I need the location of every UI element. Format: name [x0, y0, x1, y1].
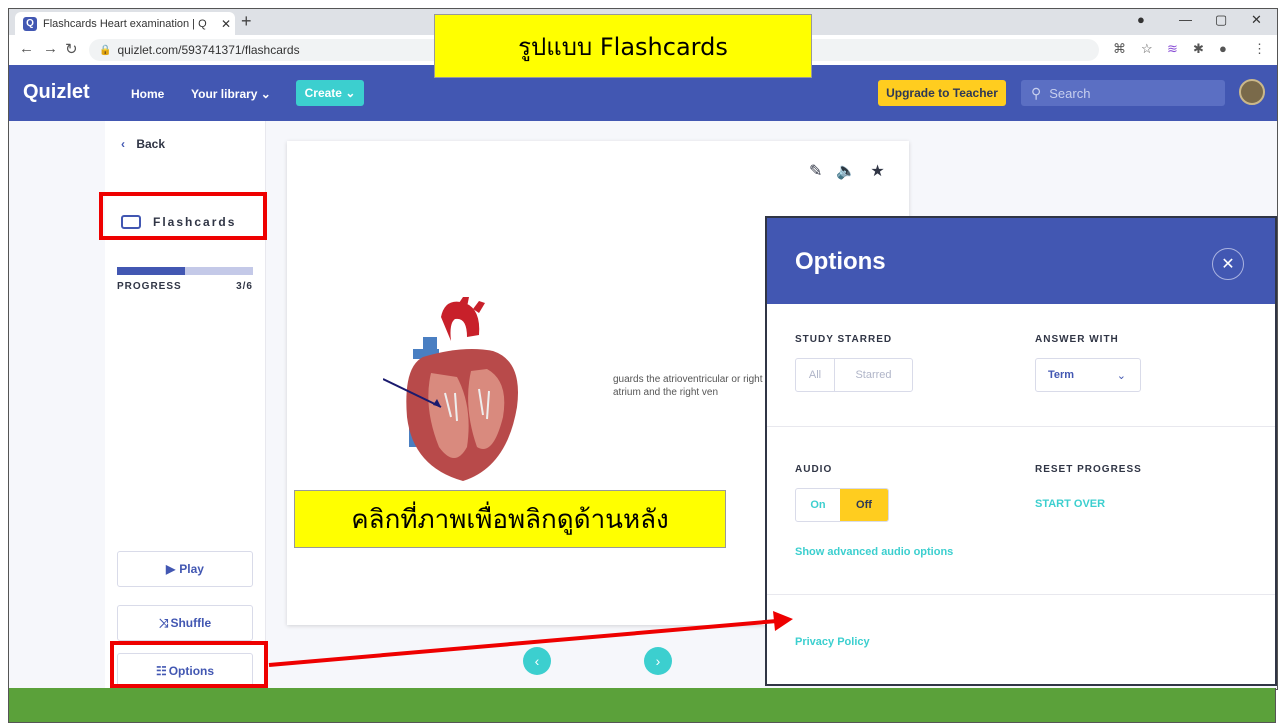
footer-bar	[8, 688, 1276, 723]
screenshot-frame: Q Flashcards Heart examination | Q ✕ + ●…	[8, 8, 1278, 690]
annotation-arrow	[268, 611, 793, 667]
